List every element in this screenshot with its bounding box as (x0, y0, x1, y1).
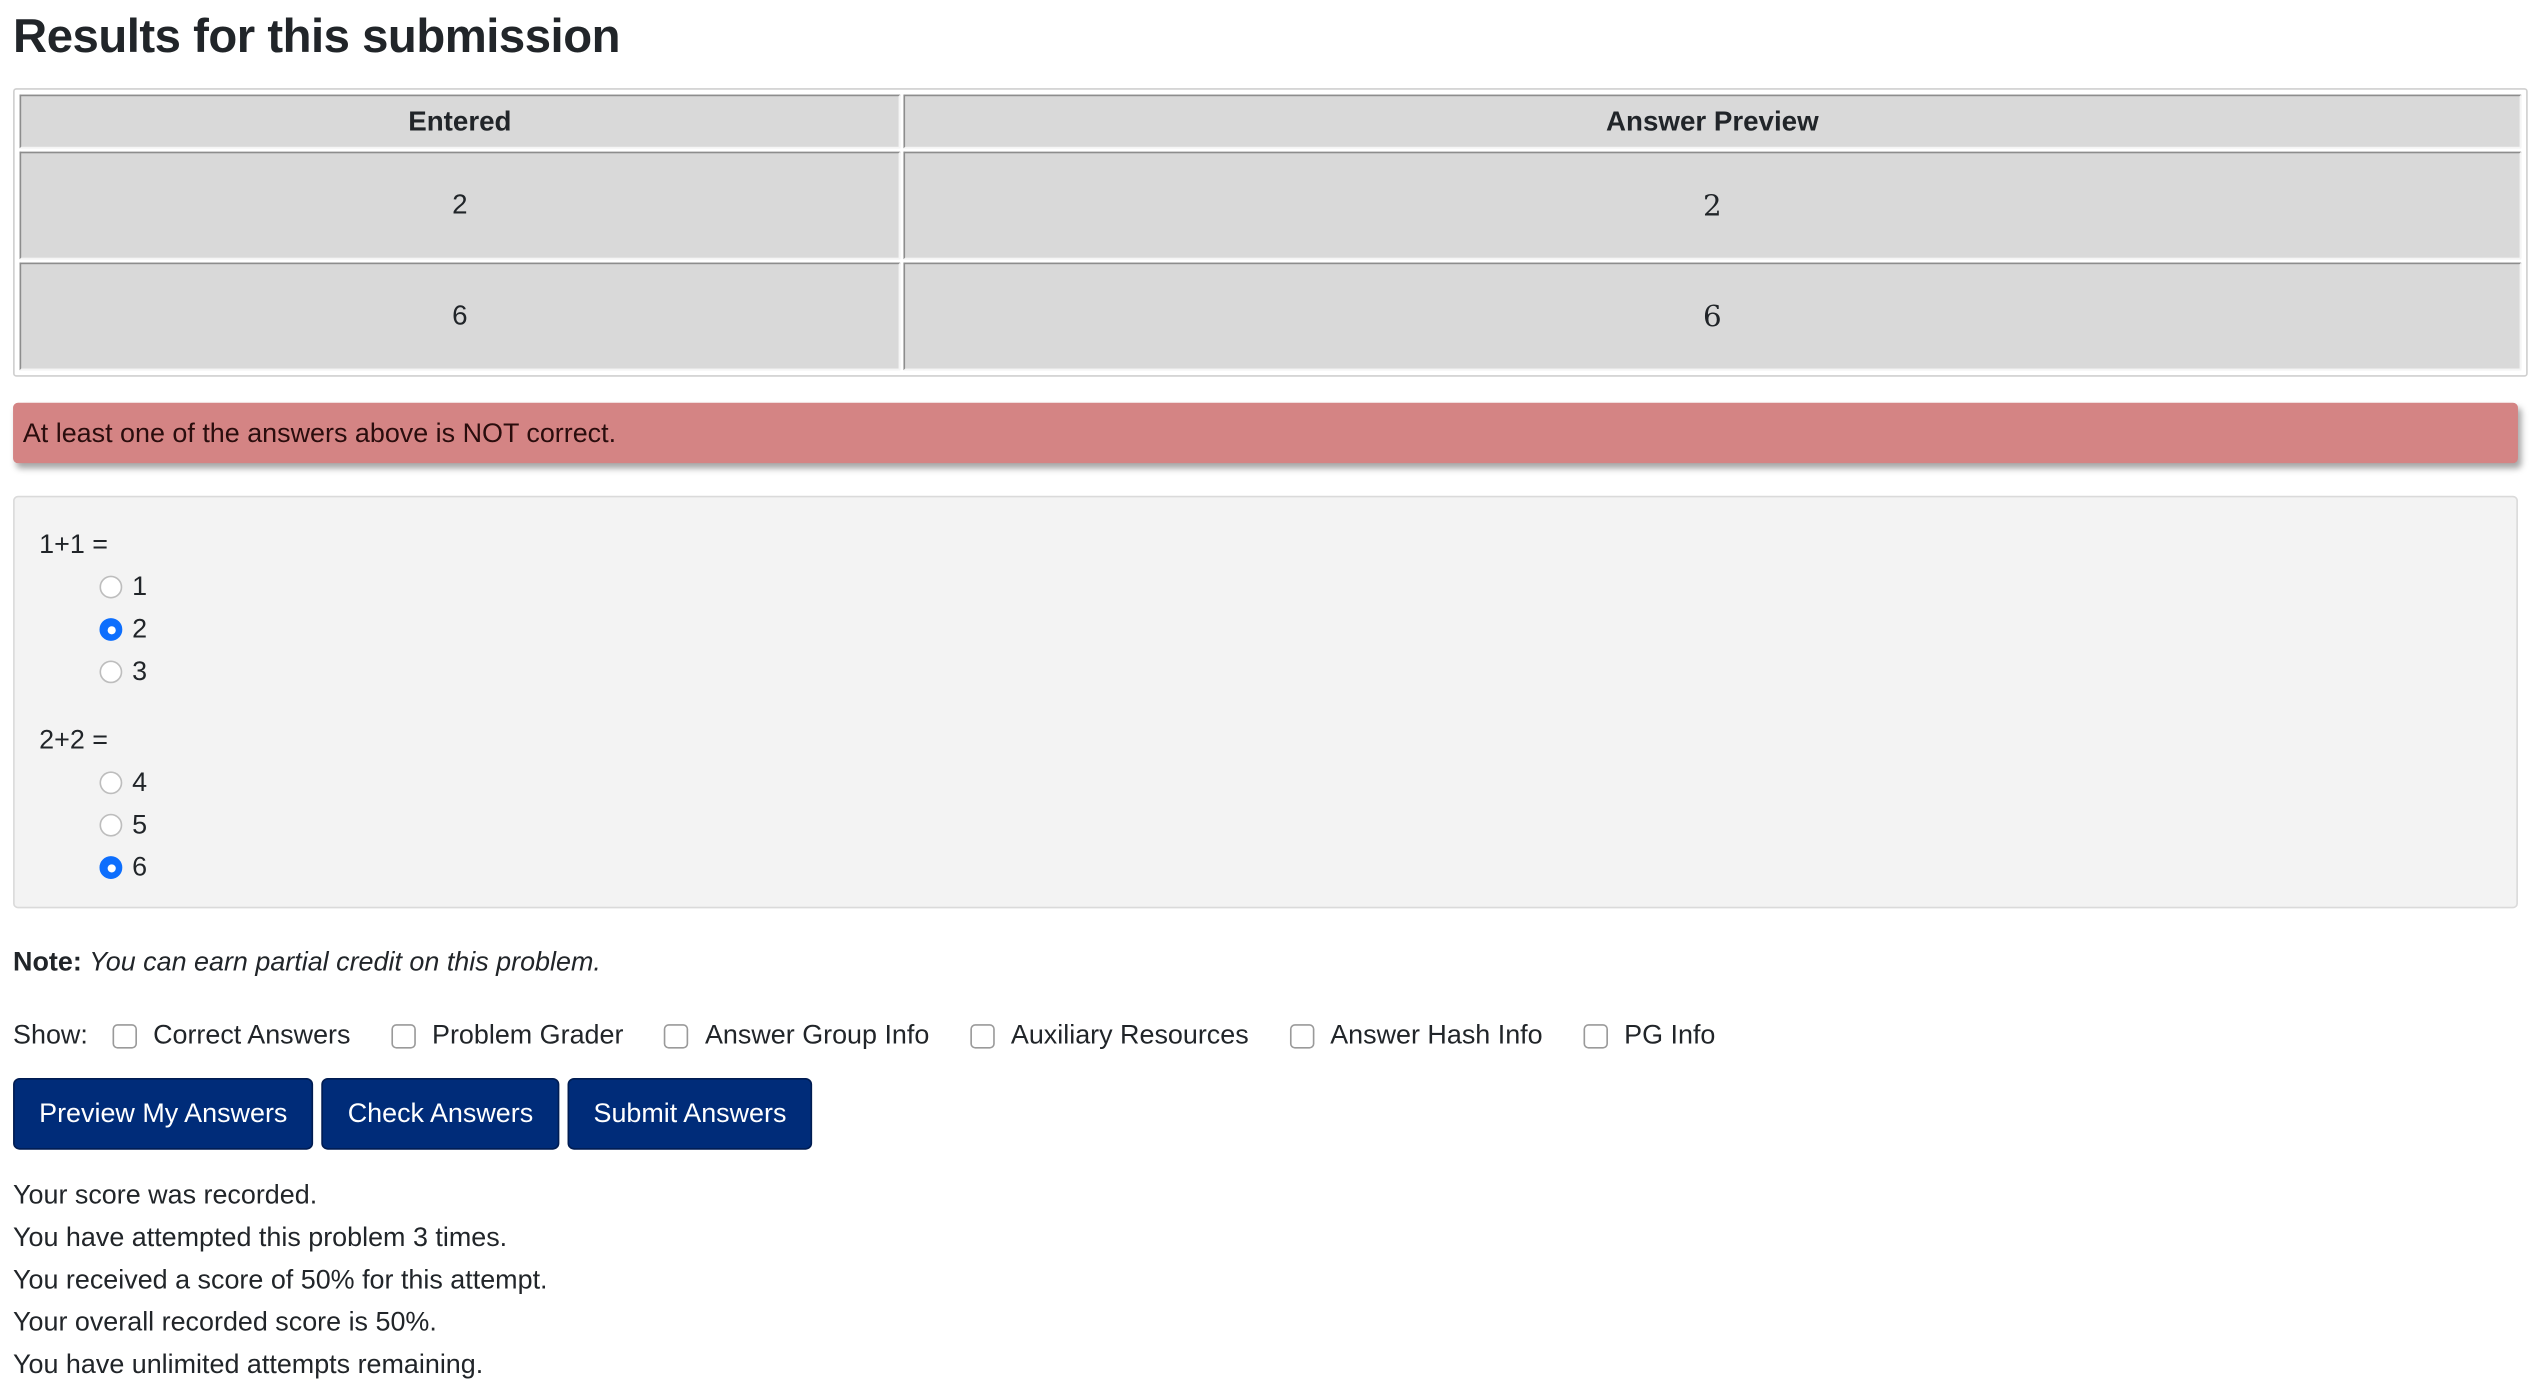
question-2-text: 2+2 = (39, 725, 108, 756)
show-correct-answers[interactable]: Correct Answers (112, 1020, 350, 1051)
results-header-row: Entered Answer Preview (19, 94, 2522, 149)
entered-cell: 6 (19, 262, 901, 371)
choice-label[interactable]: 6 (132, 846, 147, 888)
choice-option[interactable]: 1 (99, 566, 2491, 608)
checkbox-label[interactable]: Correct Answers (153, 1020, 350, 1051)
checkbox[interactable] (112, 1023, 137, 1048)
show-label: Show: (13, 1020, 88, 1050)
page: Results for this submission Entered Answ… (0, 0, 2544, 1380)
score-line: You have unlimited attempts remaining. (13, 1350, 484, 1380)
preview-cell: 6 (903, 262, 2522, 371)
score-line: Your score was recorded. (13, 1180, 318, 1211)
choice-label[interactable]: 3 (132, 651, 147, 693)
choice-option[interactable]: 2 (99, 608, 2491, 650)
show-problem-grader[interactable]: Problem Grader (391, 1020, 623, 1051)
results-table-wrapper: Entered Answer Preview 2 2 6 6 (13, 88, 2528, 377)
question-1-text: 1+1 = (39, 530, 108, 560)
checkbox[interactable] (391, 1023, 416, 1048)
show-auxiliary-resources[interactable]: Auxiliary Resources (970, 1020, 1249, 1051)
show-answer-group-info[interactable]: Answer Group Info (664, 1020, 929, 1051)
table-row: 6 6 (19, 262, 2522, 371)
radio-button[interactable] (99, 575, 123, 599)
checkbox-label[interactable]: Problem Grader (432, 1020, 623, 1051)
results-title: Results for this submission (13, 11, 621, 64)
checkbox-label[interactable]: Answer Group Info (705, 1020, 929, 1051)
partial-credit-note: Note: You can earn partial credit on thi… (13, 943, 2531, 982)
score-summary: Your score was recorded. You have attemp… (13, 1174, 2531, 1386)
submit-answers-button[interactable]: Submit Answers (567, 1077, 813, 1150)
note-label: Note: (13, 947, 82, 977)
table-row: 2 2 (19, 151, 2522, 260)
choice-label[interactable]: 5 (132, 804, 147, 846)
checkbox-label[interactable]: Answer Hash Info (1330, 1020, 1542, 1051)
radio-button[interactable] (99, 660, 123, 684)
choice-option[interactable]: 4 (99, 762, 2491, 804)
results-table: Entered Answer Preview 2 2 6 6 (16, 91, 2524, 373)
question-spacer (39, 693, 2492, 719)
header-answer-preview: Answer Preview (903, 94, 2522, 149)
show-pg-info[interactable]: PG Info (1583, 1020, 1715, 1051)
show-options-row: Show: Correct Answers Problem Grader Ans… (13, 1016, 2531, 1055)
choice-option[interactable]: 6 (99, 846, 2491, 888)
radio-button[interactable] (99, 618, 123, 641)
checkbox[interactable] (664, 1023, 689, 1048)
radio-button[interactable] (99, 771, 123, 795)
checkbox[interactable] (1289, 1023, 1314, 1048)
show-answer-hash-info[interactable]: Answer Hash Info (1289, 1020, 1543, 1051)
note-text: You can earn partial credit on this prob… (89, 947, 601, 977)
radio-button[interactable] (99, 856, 123, 880)
score-line: You received a score of 50% for this att… (13, 1265, 548, 1295)
radio-button[interactable] (99, 813, 123, 837)
entered-cell: 2 (19, 151, 901, 260)
checkbox-label[interactable]: PG Info (1624, 1020, 1715, 1051)
checkbox[interactable] (970, 1023, 995, 1048)
checkbox-label[interactable]: Auxiliary Resources (1011, 1020, 1249, 1051)
score-line: You have attempted this problem 3 times. (13, 1223, 508, 1253)
choice-label[interactable]: 1 (132, 566, 147, 608)
choice-option[interactable]: 5 (99, 804, 2491, 846)
preview-answers-button[interactable]: Preview My Answers (13, 1077, 314, 1150)
header-entered: Entered (19, 94, 901, 149)
checkbox[interactable] (1583, 1023, 1608, 1048)
incorrect-alert: At least one of the answers above is NOT… (13, 402, 2518, 464)
score-line: Your overall recorded score is 50%. (13, 1307, 437, 1338)
question-2-choices: 4 5 6 (39, 762, 2492, 889)
problem-body: 1+1 = 1 2 3 2+2 = 4 5 6 (13, 495, 2518, 909)
choice-label[interactable]: 2 (132, 608, 147, 650)
choice-label[interactable]: 4 (132, 762, 147, 804)
preview-cell: 2 (903, 151, 2522, 260)
action-buttons: Preview My Answers Check Answers Submit … (13, 1077, 2531, 1150)
question-1-choices: 1 2 3 (39, 566, 2492, 693)
check-answers-button[interactable]: Check Answers (321, 1077, 560, 1150)
choice-option[interactable]: 3 (99, 651, 2491, 693)
